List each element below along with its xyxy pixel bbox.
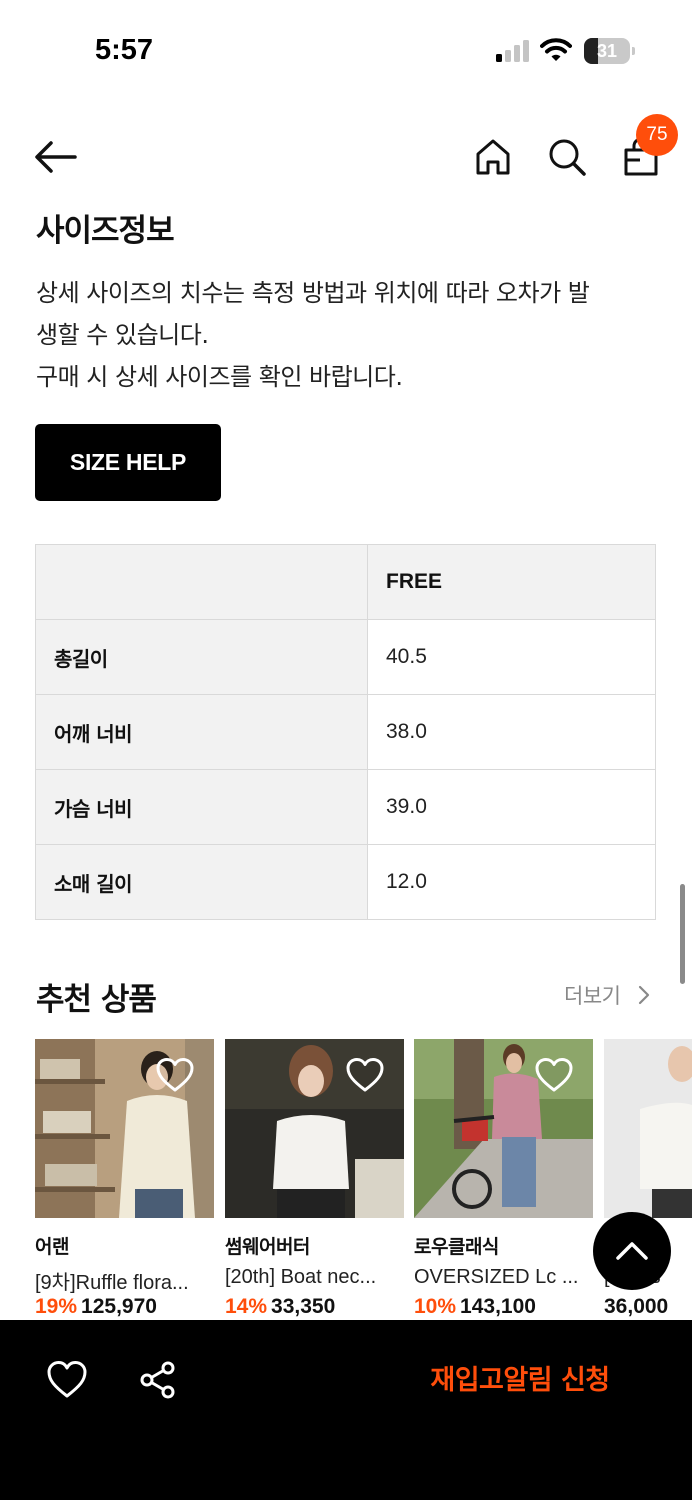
back-button[interactable] — [33, 136, 79, 178]
battery-level: 31 — [596, 41, 618, 61]
chevron-right-icon[interactable] — [636, 984, 652, 1006]
table-row-value: 39.0 — [367, 769, 656, 845]
table-row-value: 38.0 — [367, 694, 656, 770]
size-desc-line: 생할 수 있습니다. — [36, 321, 209, 349]
restock-alert-button[interactable]: 재입고알림 신청 — [400, 1356, 640, 1406]
product-price: 33,350 — [271, 1295, 336, 1318]
cart-count-badge: 75 — [636, 114, 678, 156]
product-image[interactable] — [604, 1039, 692, 1218]
recommended-title: 추천 상품 — [36, 982, 157, 1018]
product-price-line: 14% 33,350 — [225, 1295, 415, 1319]
product-discount: 19% — [35, 1295, 78, 1318]
table-row: 소매 길이 12.0 — [35, 844, 656, 920]
product-price: 125,970 — [81, 1295, 157, 1318]
product-name[interactable]: [9차]Ruffle flora... — [35, 1266, 214, 1295]
share-icon[interactable] — [138, 1360, 178, 1400]
product-price-line: 36,000 — [604, 1295, 692, 1319]
chevron-up-icon — [616, 1242, 648, 1260]
product-name[interactable]: [20th] Boat nec... — [225, 1266, 404, 1289]
more-link[interactable]: 더보기 — [564, 980, 621, 1010]
table-row-value: 40.5 — [367, 619, 656, 695]
product-brand: 어랜 — [35, 1236, 69, 1258]
home-icon — [476, 139, 510, 175]
product-brand: 로우클래식 — [414, 1236, 499, 1258]
scroll-to-top-button[interactable] — [593, 1212, 671, 1290]
product-brand: 썸웨어버터 — [225, 1236, 310, 1258]
table-row: 총길이 40.5 — [35, 619, 656, 695]
page-scrollbar[interactable] — [680, 884, 685, 984]
product-discount: 10% — [414, 1295, 457, 1318]
home-button[interactable] — [472, 136, 514, 178]
product-discount: 14% — [225, 1295, 268, 1318]
product-price: 143,100 — [460, 1295, 536, 1318]
product-image[interactable] — [414, 1039, 593, 1218]
table-row: 어깨 너비 38.0 — [35, 694, 656, 770]
size-table: FREE 총길이 40.5 어깨 너비 38.0 가슴 너비 39.0 소매 길… — [35, 544, 656, 920]
product-price-line: 10% 143,100 — [414, 1295, 604, 1319]
signal-icon — [496, 40, 529, 62]
size-info-title: 사이즈정보 — [36, 213, 175, 249]
table-row-label: 가슴 너비 — [35, 769, 368, 845]
heart-icon[interactable] — [345, 1057, 385, 1093]
heart-icon[interactable] — [46, 1360, 88, 1400]
product-price: 36,000 — [604, 1295, 669, 1318]
table-row-label: 총길이 — [35, 619, 368, 695]
search-icon — [549, 139, 586, 176]
battery-icon: 31 — [584, 38, 636, 64]
size-desc-line: 구매 시 상세 사이즈를 확인 바랍니다. — [36, 363, 403, 391]
table-header-cell: FREE — [367, 544, 656, 620]
status-bar: 5:57 31 — [0, 0, 692, 100]
product-image[interactable] — [35, 1039, 214, 1218]
product-price-line: 19% 125,970 — [35, 1295, 225, 1319]
table-header-cell — [35, 544, 368, 620]
table-row-label: 어깨 너비 — [35, 694, 368, 770]
heart-icon[interactable] — [534, 1057, 574, 1093]
table-row-value: 12.0 — [367, 844, 656, 920]
search-button[interactable] — [546, 136, 588, 178]
heart-icon[interactable] — [155, 1057, 195, 1093]
product-image[interactable] — [225, 1039, 404, 1218]
size-info-description: 상세 사이즈의 치수는 측정 방법과 위치에 따라 오차가 발 생할 수 있습니… — [36, 272, 666, 398]
size-help-button[interactable]: SIZE HELP — [35, 424, 221, 501]
status-time: 5:57 — [95, 34, 154, 66]
product-name[interactable]: OVERSIZED Lc ... — [414, 1266, 593, 1289]
table-row: 가슴 너비 39.0 — [35, 769, 656, 845]
bottom-action-bar — [0, 1320, 692, 1500]
wifi-icon — [540, 38, 572, 61]
size-desc-line: 상세 사이즈의 치수는 측정 방법과 위치에 따라 오차가 발 — [36, 279, 590, 307]
back-arrow-icon — [35, 141, 77, 173]
table-header-row: FREE — [35, 544, 656, 620]
table-row-label: 소매 길이 — [35, 844, 368, 920]
